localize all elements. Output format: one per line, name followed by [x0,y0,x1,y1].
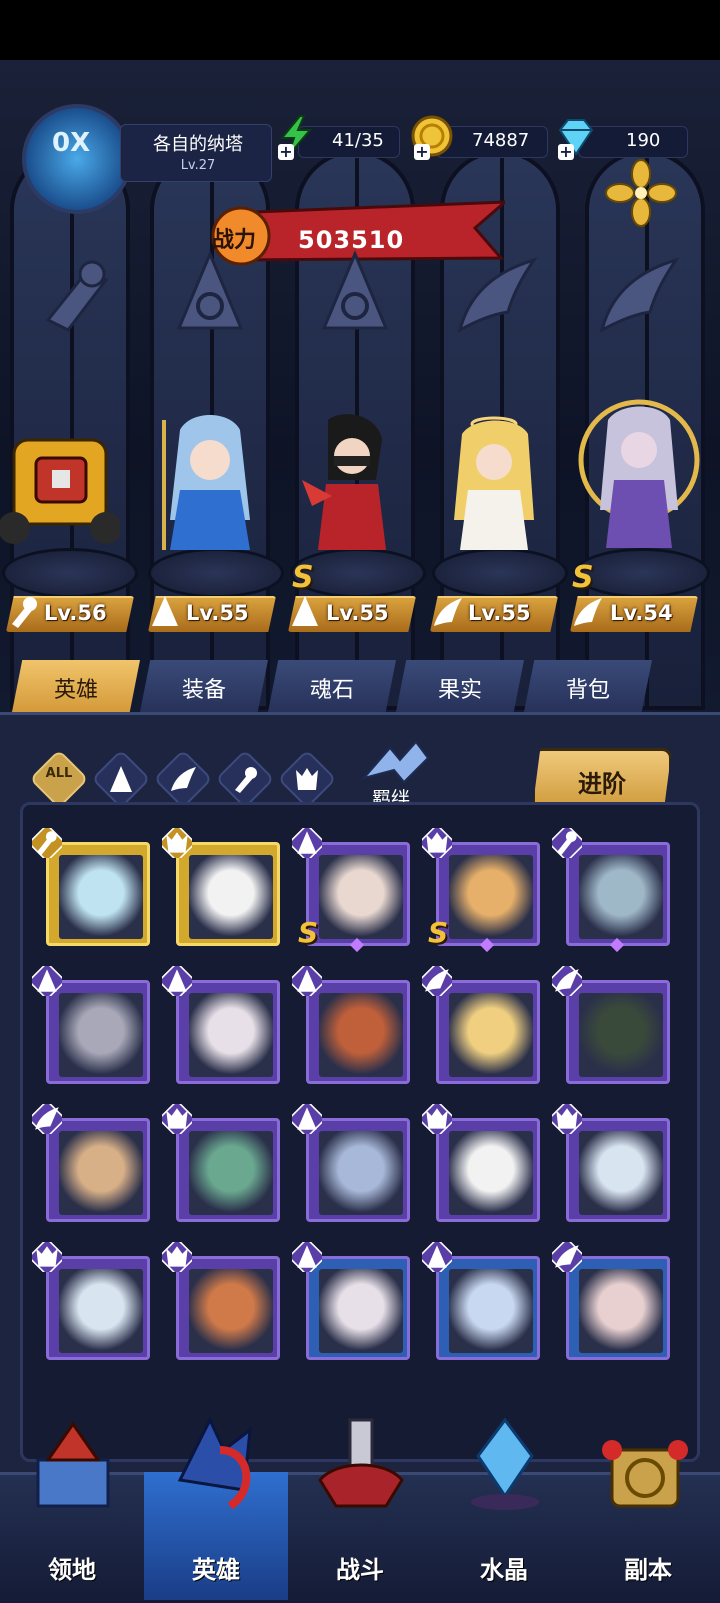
tab-label: 装备 [181,678,226,703]
hero-mech[interactable] [0,410,120,560]
beast-icon [162,1242,192,1272]
mage-hat-emblem-icon [176,250,244,330]
wrench-icon [552,828,582,858]
tab-label: 果实 [437,678,482,703]
hero-level-text: Lv.56 [44,601,107,625]
mage-hat-icon [162,966,192,996]
s-rank-badge: S [292,560,314,595]
player-level: Lv.27 [180,158,216,173]
hero-portrait [189,1269,273,1353]
hero-moon-priestess[interactable] [574,380,704,560]
wing-icon [574,598,602,626]
mage-hat-icon [292,1104,322,1134]
hero-level-text: Lv.55 [326,601,389,625]
battle-icon [318,1418,404,1508]
hero-level-text: Lv.55 [468,601,531,625]
hero-portrait [189,993,273,1077]
status-bar [0,0,720,60]
beast-icon [552,1104,582,1134]
nav-label: 英雄 [192,1556,240,1584]
wrench-icon [12,597,37,628]
mage-hat-icon [292,1242,322,1272]
hero-hat-icon [177,1416,252,1510]
hero-ice-sorceress[interactable] [150,410,270,560]
hero-portrait [59,1131,143,1215]
nav-label: 领地 [48,1556,96,1584]
hero-portrait [579,855,663,939]
mage-hat-emblem-icon [321,250,389,330]
wing-icon [422,966,452,996]
energy-value: 41/35 [332,130,384,151]
hero-portrait [319,1269,403,1353]
wing-icon [171,767,196,791]
hero-portrait [319,1131,403,1215]
tab-label: 英雄 [53,678,98,703]
wing-icon [552,966,582,996]
mage-hat-icon [422,1242,452,1272]
gold-value: 74887 [472,130,530,151]
dungeon-icon [602,1440,688,1508]
s-rank-badge: S [572,560,594,595]
crystal-icon [471,1417,539,1510]
hero-portrait [59,1269,143,1353]
hero-portrait [449,1269,533,1353]
wrench-icon [235,767,257,793]
hero-angel[interactable] [434,410,554,560]
mage-hat-icon [292,828,322,858]
wrench-emblem-icon [45,260,109,332]
beast-icon [162,828,192,858]
hero-portrait [449,1131,533,1215]
hero-portrait [449,993,533,1077]
wing-icon [434,598,462,626]
tab-label: 背包 [565,678,610,703]
mage-hat-icon [292,966,322,996]
player-name: 各自的纳塔 [153,134,243,155]
hero-portrait [449,855,533,939]
nav-label: 水晶 [480,1556,528,1584]
nav-label: 副本 [624,1556,672,1584]
s-rank-badge: S [428,916,449,949]
player-avatar[interactable] [22,104,132,214]
hero-portrait [579,1269,663,1353]
wing-emblem-icon [599,257,680,333]
mage-hat-icon [292,596,318,626]
add-energy-button[interactable]: + [278,144,294,160]
filter-all-label: ALL [45,766,73,781]
settings-flower-icon[interactable] [604,158,678,228]
beast-icon [296,768,318,790]
hero-portrait [579,1131,663,1215]
hero-portrait [319,993,403,1077]
hero-portrait [59,993,143,1077]
mage-hat-icon [110,766,132,792]
mage-hat-icon [32,966,62,996]
s-rank-badge: S [298,916,319,949]
hero-ninja[interactable] [292,410,412,560]
wrench-icon [32,828,62,858]
beast-icon [162,1104,192,1134]
gem-value: 190 [626,130,661,151]
advance-button-label: 进阶 [578,770,626,798]
beast-icon [32,1242,62,1272]
beast-icon [422,1104,452,1134]
add-gold-button[interactable]: + [414,144,430,160]
mage-hat-icon [152,596,178,626]
hero-portrait [319,855,403,939]
hero-level-text: Lv.54 [610,601,673,625]
hero-portrait [59,855,143,939]
hero-level-text: Lv.55 [186,601,249,625]
wing-icon [32,1104,62,1134]
hero-portrait [189,1131,273,1215]
hero-portrait [579,993,663,1077]
beast-icon [422,828,452,858]
wing-icon [552,1242,582,1272]
add-gems-button[interactable]: + [558,144,574,160]
hero-portrait [189,855,273,939]
wing-emblem-icon [457,257,538,333]
tab-label: 魂石 [309,678,354,703]
castle-icon [36,1421,110,1508]
nav-label: 战斗 [336,1556,384,1584]
avatar-badge: 0X [52,128,91,158]
bond-icon[interactable] [356,738,436,786]
